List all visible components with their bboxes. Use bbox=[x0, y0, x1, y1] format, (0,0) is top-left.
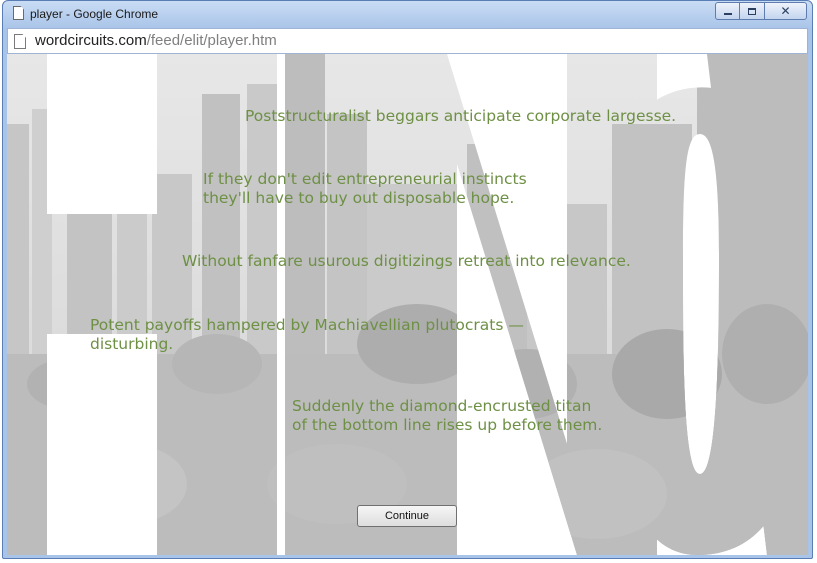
poem-line: Suddenly the diamond-encrusted titan bbox=[292, 397, 592, 415]
poem-line: Without fanfare usurous digitizings retr… bbox=[182, 252, 631, 270]
close-icon: ✕ bbox=[780, 4, 791, 18]
continue-button[interactable]: Continue bbox=[357, 505, 457, 527]
maximize-icon bbox=[748, 7, 756, 15]
url-path: /feed/elit/player.htm bbox=[146, 32, 277, 49]
minimize-button[interactable] bbox=[715, 2, 740, 20]
window-title: player - Google Chrome bbox=[30, 7, 159, 21]
page-content: Poststructuralist beggars anticipate cor… bbox=[7, 54, 808, 555]
minimize-icon bbox=[723, 13, 732, 15]
poem-line: disturbing. bbox=[90, 335, 174, 353]
poem-line: Poststructuralist beggars anticipate cor… bbox=[245, 107, 677, 125]
title-bar[interactable]: player - Google Chrome ✕ bbox=[3, 1, 812, 28]
poem-line: of the bottom line rises up before them. bbox=[292, 416, 603, 434]
page-icon bbox=[14, 34, 26, 49]
background-collage bbox=[7, 54, 808, 555]
close-button[interactable]: ✕ bbox=[764, 2, 807, 20]
poem-line: Potent payoffs hampered by Machiavellian… bbox=[90, 316, 524, 334]
maximize-button[interactable] bbox=[740, 2, 764, 20]
poem-line: they'll have to buy out disposable hope. bbox=[203, 189, 515, 207]
window-controls: ✕ bbox=[715, 2, 807, 20]
address-bar[interactable]: wordcircuits.com/feed/elit/player.htm bbox=[7, 28, 808, 54]
url-host: wordcircuits.com bbox=[35, 32, 147, 49]
poem-line: If they don't edit entrepreneurial insti… bbox=[203, 170, 527, 188]
page-icon bbox=[13, 6, 24, 20]
url-text[interactable]: wordcircuits.com/feed/elit/player.htm bbox=[35, 32, 277, 49]
browser-window: player - Google Chrome ✕ wordcircuits.co… bbox=[2, 0, 813, 559]
